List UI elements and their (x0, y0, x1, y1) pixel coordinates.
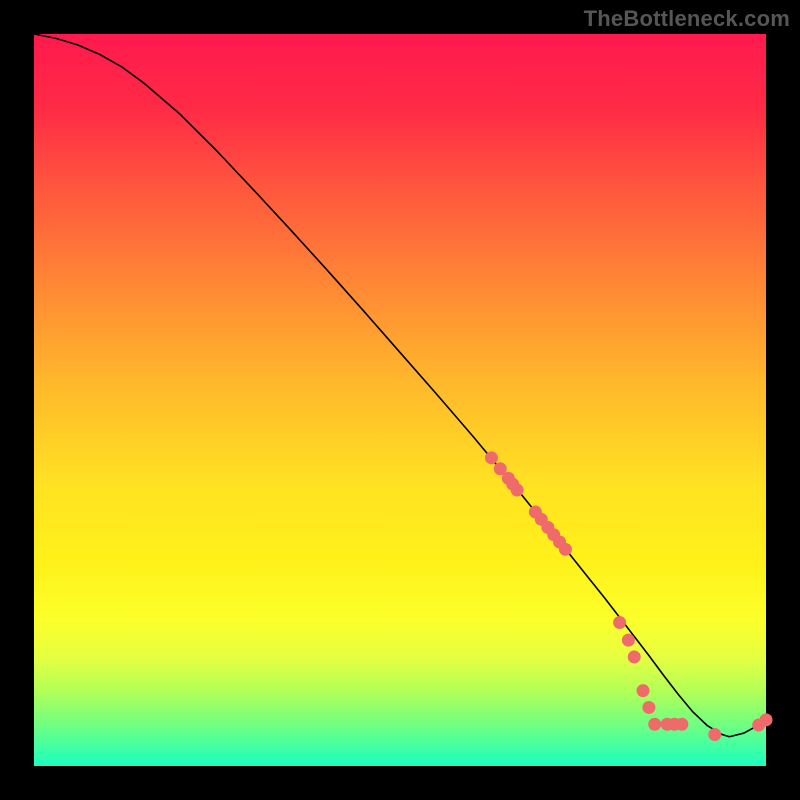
plot-area (34, 34, 766, 766)
marker-dot (708, 728, 721, 741)
marker-dot (559, 543, 572, 556)
marker-dot (642, 701, 655, 714)
watermark-text: TheBottleneck.com (584, 6, 790, 32)
marker-dot (628, 650, 641, 663)
marker-dot (622, 634, 635, 647)
chart-stage: TheBottleneck.com (0, 0, 800, 800)
marker-dot (511, 484, 524, 497)
chart-svg (34, 34, 766, 766)
series-curve (34, 34, 766, 737)
marker-dot (613, 616, 626, 629)
marker-dot (760, 713, 773, 726)
marker-dot (675, 718, 688, 731)
marker-dot (485, 451, 498, 464)
marker-dot (637, 684, 650, 697)
marker-dot (648, 718, 661, 731)
series-markers (485, 451, 773, 741)
